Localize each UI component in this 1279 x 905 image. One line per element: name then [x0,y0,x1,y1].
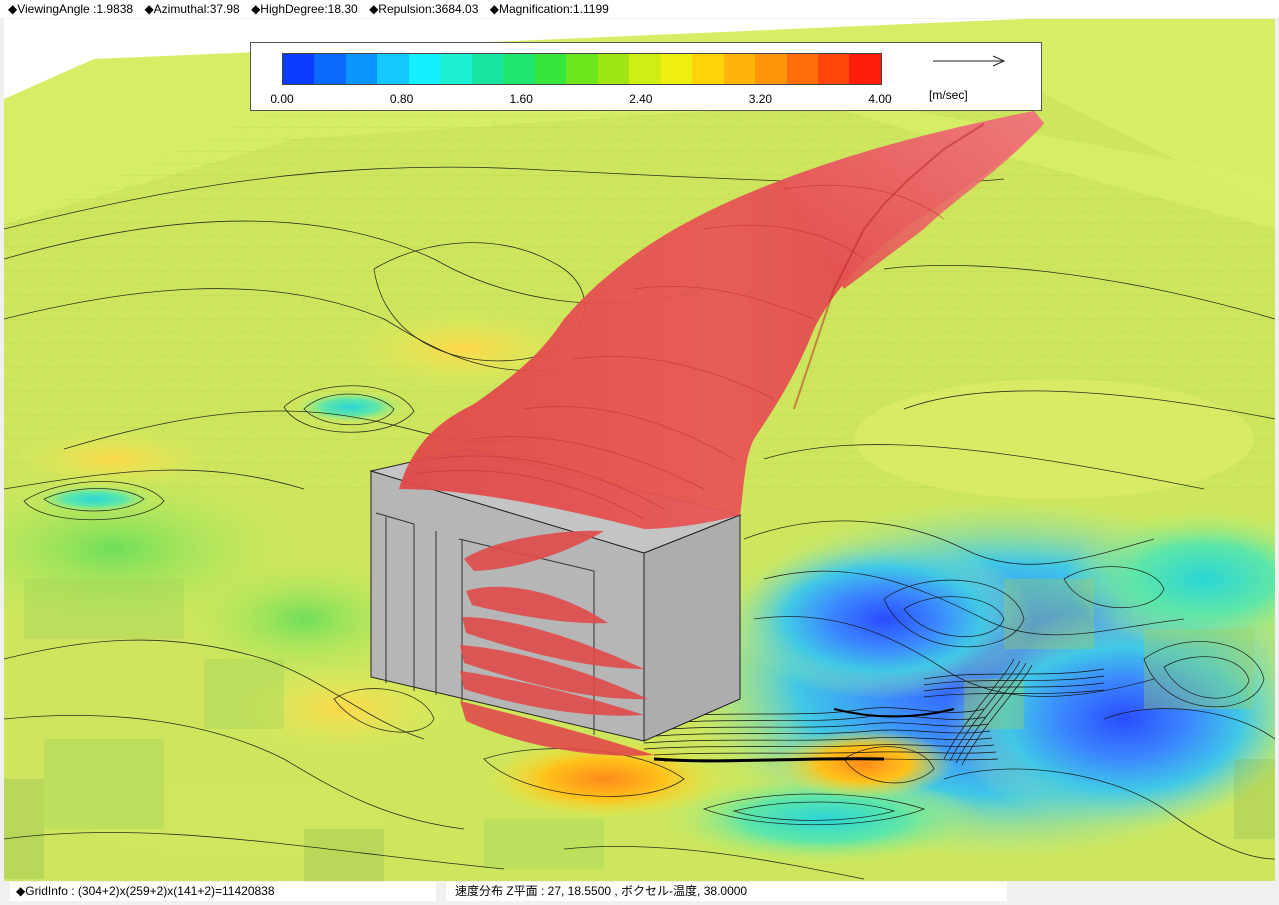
color-scale-bar [282,53,882,85]
velocity-visualization [4,19,1275,881]
color-segment [471,54,504,84]
window-edge [1275,19,1279,881]
magnification-label: ◆Magnification:1.1199 [489,2,609,16]
color-segment [849,54,881,84]
color-segment [692,54,724,84]
reference-arrow-icon [933,55,1006,67]
color-segment [566,54,598,84]
tick-label: 3.20 [748,92,773,106]
color-segment [440,54,472,84]
color-segment [534,54,567,84]
color-segment [660,54,693,84]
view-parameters-bar: ◆ViewingAngle :1.9838 ◆Azimuthal:37.98 ◆… [0,0,1279,18]
tick-label: 1.60 [509,92,533,106]
status-bar: ◆GridInfo : (304+2)x(259+2)x(141+2)=1142… [0,881,1279,905]
unit-label: [m/sec] [929,88,968,102]
color-segment [314,54,346,84]
high-degree-label: ◆HighDegree:18.30 [251,2,358,16]
color-segment [345,54,378,84]
tick-label: 0.80 [389,92,414,106]
tick-label: 0.00 [270,92,294,106]
color-segment [597,54,630,84]
color-segment [629,54,661,84]
color-segment [503,54,535,84]
color-segment [755,54,787,84]
3d-viewport[interactable]: 0.00 0.80 1.60 2.40 3.20 4.00 [m/sec] [4,19,1275,881]
tick-label: 2.40 [629,92,653,106]
color-segment [283,54,315,84]
color-segment [817,54,850,84]
repulsion-label: ◆Repulsion:3684.03 [369,2,479,16]
azimuthal-label: ◆Azimuthal:37.98 [144,2,240,16]
velocity-legend: 0.00 0.80 1.60 2.40 3.20 4.00 [m/sec] [250,42,1042,111]
color-segment [723,54,756,84]
color-segment [408,54,441,84]
viewing-angle-label: ◆ViewingAngle :1.9838 [8,2,134,16]
grid-info-label: ◆GridInfo : (304+2)x(259+2)x(141+2)=1142… [10,882,436,901]
plane-info-label: 速度分布 Z平面 : 27, 18.5500 , ボクセル-温度, 38.000… [446,882,1007,901]
color-segment [377,54,409,84]
tick-label: 4.00 [868,92,892,106]
color-segment [786,54,818,84]
